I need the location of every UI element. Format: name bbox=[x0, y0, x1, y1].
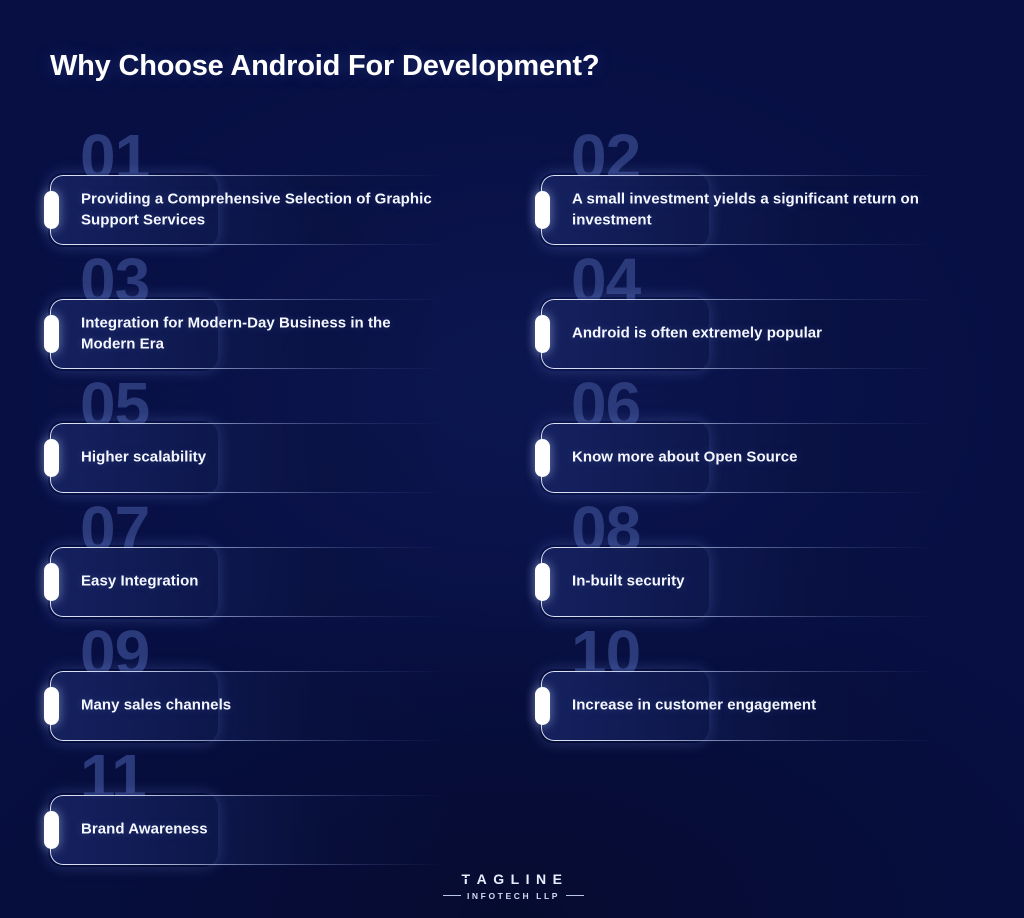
card-body[interactable]: In-built security bbox=[535, 547, 941, 617]
bullet-marker-icon bbox=[44, 811, 59, 849]
benefit-card-06[interactable]: 06 Know more about Open Source bbox=[535, 373, 941, 493]
bullet-marker-icon bbox=[535, 687, 550, 725]
benefit-card-08[interactable]: 08 In-built security bbox=[535, 497, 941, 617]
card-body[interactable]: Providing a Comprehensive Selection of G… bbox=[44, 175, 450, 245]
benefit-card-10[interactable]: 10 Increase in customer engagement bbox=[535, 621, 941, 741]
benefit-card-02[interactable]: 02 A small investment yields a significan… bbox=[535, 125, 941, 245]
logo-rule-right bbox=[566, 895, 585, 897]
card-body[interactable]: Easy Integration bbox=[44, 547, 450, 617]
card-body[interactable]: Android is often extremely popular bbox=[535, 299, 941, 369]
benefit-card-04[interactable]: 04 Android is often extremely popular bbox=[535, 249, 941, 369]
bullet-marker-icon bbox=[44, 315, 59, 353]
logo-letter-t: T bbox=[460, 870, 477, 887]
card-body[interactable]: Increase in customer engagement bbox=[535, 671, 941, 741]
bullet-marker-icon bbox=[535, 439, 550, 477]
bullet-marker-icon bbox=[44, 439, 59, 477]
logo-letter-g: G bbox=[493, 870, 511, 887]
card-body[interactable]: A small investment yields a significant … bbox=[535, 175, 941, 245]
bullet-marker-icon bbox=[44, 191, 59, 229]
card-body[interactable]: Many sales channels bbox=[44, 671, 450, 741]
benefit-card-11[interactable]: 11 Brand Awareness bbox=[44, 745, 450, 865]
logo-letter-l: L bbox=[510, 870, 526, 887]
logo-wordmark: TAGLINE bbox=[0, 872, 1024, 886]
card-label: Many sales channels bbox=[81, 696, 232, 714]
benefit-card-07[interactable]: 07 Easy Integration bbox=[44, 497, 450, 617]
card-label: Increase in customer engagement bbox=[572, 696, 817, 714]
card-body[interactable]: Higher scalability bbox=[44, 423, 450, 493]
logo-tagline-text: INFOTECH LLP bbox=[466, 890, 561, 901]
logo-letter-e: E bbox=[552, 870, 569, 887]
benefit-card-grid: 01 Providing a Comprehensive Selection of… bbox=[0, 0, 1024, 918]
bullet-marker-icon bbox=[44, 687, 59, 725]
benefit-card-09[interactable]: 09 Many sales channels bbox=[44, 621, 450, 741]
card-label: Providing a Comprehensive Selection of G… bbox=[81, 190, 432, 228]
logo-letter-n: N bbox=[536, 870, 553, 887]
card-label: Easy Integration bbox=[81, 572, 199, 590]
card-label: A small investment yields a significant … bbox=[572, 190, 919, 228]
logo-rule-left bbox=[442, 895, 461, 897]
bullet-marker-icon bbox=[535, 191, 550, 229]
card-label: Higher scalability bbox=[81, 448, 207, 466]
card-body[interactable]: Integration for Modern-Day Business in t… bbox=[44, 299, 450, 369]
benefit-card-01[interactable]: 01 Providing a Comprehensive Selection of… bbox=[44, 125, 450, 245]
card-label: Brand Awareness bbox=[81, 820, 208, 838]
card-label: In-built security bbox=[572, 572, 685, 590]
infographic-page: Why Choose Android For Development? 01 Pr… bbox=[0, 0, 1024, 918]
card-body[interactable]: Know more about Open Source bbox=[535, 423, 941, 493]
benefit-card-03[interactable]: 03 Integration for Modern-Day Business in… bbox=[44, 249, 450, 369]
card-body[interactable]: Brand Awareness bbox=[44, 795, 450, 865]
bullet-marker-icon bbox=[535, 563, 550, 601]
logo-tagline-row: INFOTECH LLP bbox=[0, 890, 1024, 901]
bullet-marker-icon bbox=[535, 315, 550, 353]
footer-logo: TAGLINE INFOTECH LLP bbox=[0, 872, 1024, 901]
benefit-card-05[interactable]: 05 Higher scalability bbox=[44, 373, 450, 493]
bullet-marker-icon bbox=[44, 563, 59, 601]
logo-letter-i: I bbox=[525, 870, 537, 887]
card-label: Android is often extremely popular bbox=[572, 324, 823, 342]
card-label: Integration for Modern-Day Business in t… bbox=[81, 314, 391, 352]
card-label: Know more about Open Source bbox=[572, 448, 798, 466]
logo-letter-a: A bbox=[476, 870, 494, 887]
